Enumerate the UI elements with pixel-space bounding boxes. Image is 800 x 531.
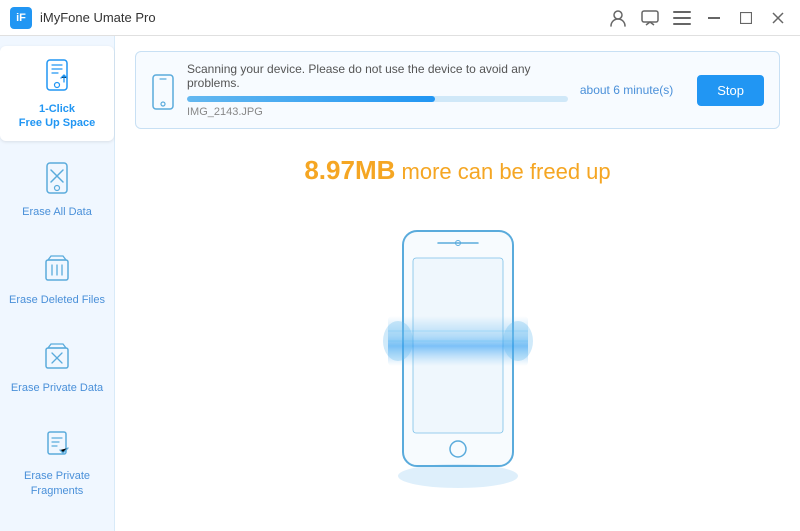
app-logo: iF [10,7,32,29]
free-up-space-icon [37,56,77,96]
progress-bar-fill [187,96,435,102]
phone-small-icon [151,74,175,106]
sidebar-item-erase-private-data-label: Erase Private Data [11,381,103,395]
sidebar-item-free-up-space[interactable]: 1-ClickFree Up Space [0,46,114,141]
erase-private-fragments-icon [37,423,77,463]
sidebar: 1-ClickFree Up Space Erase All Data [0,36,115,531]
freed-text: more can be freed up [395,159,610,184]
freed-up-text: 8.97MB more can be freed up [304,155,610,186]
sidebar-item-erase-deleted-files[interactable]: Erase Deleted Files [0,237,114,317]
scanning-info: Scanning your device. Please do not use … [187,62,568,118]
window-controls [606,6,790,30]
profile-icon[interactable] [606,6,630,30]
erase-deleted-files-icon [37,247,77,287]
minimize-button[interactable] [702,6,726,30]
erase-private-data-icon [37,335,77,375]
sidebar-item-erase-all-data[interactable]: Erase All Data [0,149,114,229]
sidebar-item-erase-private-data[interactable]: Erase Private Data [0,325,114,405]
scanning-bar: Scanning your device. Please do not use … [135,51,780,129]
content-area: Scanning your device. Please do not use … [115,36,800,531]
freed-amount: 8.97MB [304,155,395,185]
chat-icon[interactable] [638,6,662,30]
scanning-message: Scanning your device. Please do not use … [187,62,568,90]
close-button[interactable] [766,6,790,30]
maximize-button[interactable] [734,6,758,30]
erase-all-data-icon [37,159,77,199]
phone-illustration [358,216,558,496]
phone-svg [358,216,558,496]
sidebar-item-erase-all-data-label: Erase All Data [22,205,92,219]
sidebar-item-free-up-space-label: 1-ClickFree Up Space [19,102,95,131]
sidebar-item-erase-private-fragments[interactable]: Erase Private Fragments [0,413,114,508]
sidebar-item-erase-deleted-files-label: Erase Deleted Files [9,293,105,307]
main-content: 8.97MB more can be freed up [135,134,780,516]
stop-button[interactable]: Stop [697,75,764,106]
scanning-time: about 6 minute(s) [580,83,673,97]
title-bar: iF iMyFone Umate Pro [0,0,800,36]
app-title: iMyFone Umate Pro [40,10,606,25]
sidebar-item-erase-private-fragments-label: Erase Private Fragments [5,469,109,498]
menu-icon[interactable] [670,6,694,30]
scanning-filename: IMG_2143.JPG [187,106,568,118]
main-layout: 1-ClickFree Up Space Erase All Data [0,36,800,531]
progress-bar-track [187,96,568,102]
